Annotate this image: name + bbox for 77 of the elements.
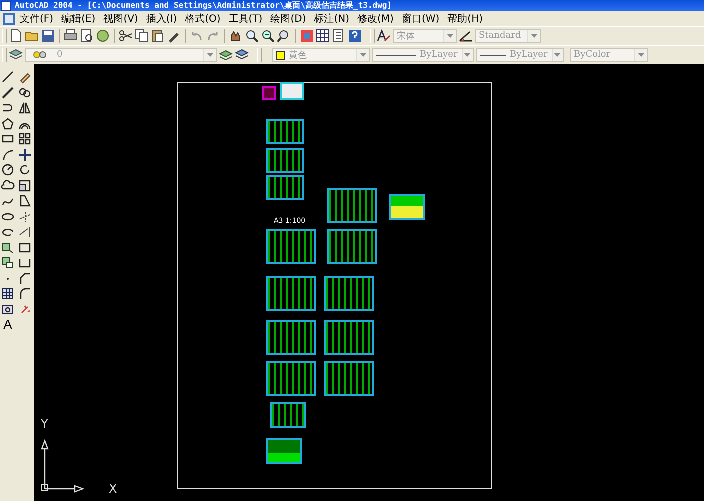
chamfer-icon[interactable] [18,272,32,286]
menu-item[interactable]: 窗口(W) [398,12,444,26]
drawing-sheet-thumbnail [324,361,374,396]
polyline-icon[interactable] [1,86,15,100]
scissors-icon[interactable] [119,29,133,43]
drawing-sheet-thumbnail [266,119,304,144]
rotate-icon[interactable] [18,163,32,177]
hatch-icon[interactable] [1,287,15,301]
drawing-sheet-thumbnail [266,438,302,464]
mirror-icon[interactable] [18,101,32,115]
grid-icon[interactable] [316,29,330,43]
arc-icon[interactable] [1,148,15,162]
stretch-icon[interactable] [18,194,32,208]
break-at-point-icon[interactable] [18,256,32,270]
copy-icon[interactable] [135,29,149,43]
menu-item[interactable]: 编辑(E) [58,12,100,26]
drawing-sheet-thumbnail [262,86,276,100]
fillet-icon[interactable] [18,287,32,301]
zoom-window-icon[interactable] [261,29,275,43]
multiline-text-tool[interactable]: A [4,318,12,332]
drawing-sheet-thumbnail [266,320,316,355]
paste-icon[interactable] [151,29,165,43]
text-style-icon[interactable] [377,29,391,43]
zoom-previous-icon[interactable] [277,29,291,43]
drawing-sheet-thumbnail [327,229,377,264]
menu-item[interactable]: 格式(O) [181,12,225,26]
save-icon[interactable] [41,29,55,43]
move-icon[interactable] [18,148,32,162]
copy-object-icon[interactable] [18,86,32,100]
menu-item[interactable]: 绘图(D) [266,12,310,26]
zoom-icon[interactable] [245,29,259,43]
drawing-sheet-thumbnail [270,402,306,428]
drawing-sheet-thumbnail [266,148,304,173]
polygon-icon[interactable] [1,116,15,130]
scale-icon[interactable] [18,178,32,192]
printer-icon[interactable] [64,29,78,43]
dimension-style-icon[interactable] [459,29,473,43]
trim-icon[interactable] [18,210,32,224]
document-list-icon[interactable] [332,29,346,43]
help-icon[interactable] [348,29,362,43]
layer-previous-icon[interactable] [235,48,249,62]
app-icon [1,0,11,10]
drawing-sheet-thumbnail [389,194,425,220]
menu-item[interactable]: 视图(V) [100,12,142,26]
menu-item[interactable]: 文件(F) [16,12,58,26]
preview-icon[interactable] [80,29,94,43]
x-axis-label: X [109,482,118,496]
drawing-sheet-thumbnail [324,276,374,311]
drawing-sheet-thumbnail [324,320,374,355]
menu-item[interactable]: 工具(T) [224,12,267,26]
menu-item[interactable]: 帮助(H) [444,12,487,26]
line-icon[interactable] [1,70,15,84]
menu-item[interactable]: 修改(M) [354,12,398,26]
make-block-icon[interactable] [1,256,15,270]
color-swatch-icon [276,50,285,60]
drawing-sheet-thumbnail [266,175,304,200]
document-icon[interactable] [2,12,16,26]
circle-icon[interactable] [1,163,15,177]
window-title: AutoCAD 2004 - [C:\Documents and Settings\Administrator\桌面\高级估吉结果_t3.dwg] [15,0,392,10]
menu-item[interactable]: 标注(N) [310,12,354,26]
array-icon[interactable] [18,132,32,146]
new-file-icon[interactable] [9,29,23,43]
cloud-icon[interactable] [1,178,15,192]
drawing-sheet-thumbnail [266,276,316,311]
drawing-sheet-thumbnail [266,229,316,264]
drawing-sheet-thumbnail [266,361,316,396]
make-layer-current-icon[interactable] [219,48,233,62]
layers-icon[interactable] [9,48,23,62]
drawing-sheet-thumbnail [280,82,304,100]
break-icon[interactable] [18,240,32,254]
region-icon[interactable] [1,302,15,316]
y-axis-label: Y [41,417,48,431]
menu-item[interactable]: 插入(I) [142,12,182,26]
extend-icon[interactable] [18,225,32,239]
insert-block-icon[interactable] [1,240,15,254]
globe-icon[interactable] [96,29,110,43]
drawing-sheet-thumbnail [327,188,377,223]
